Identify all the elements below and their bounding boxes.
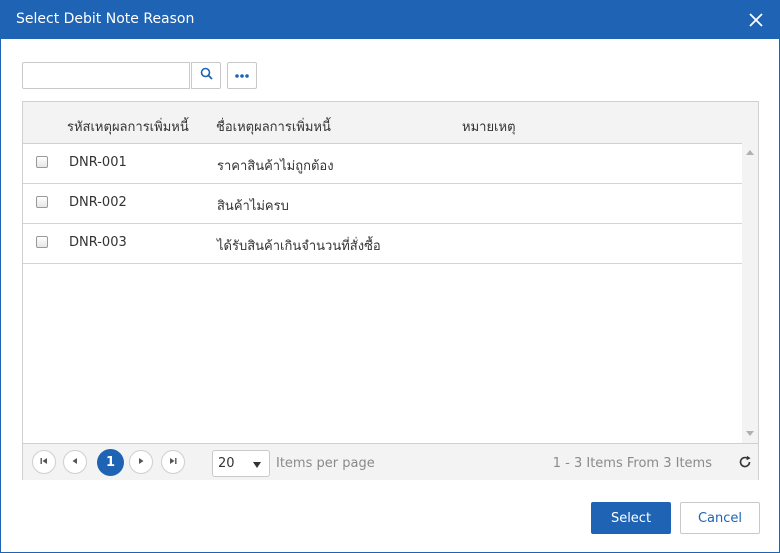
last-page-button[interactable] xyxy=(161,450,185,474)
more-options-button[interactable] xyxy=(227,62,257,89)
reason-grid: รหัสเหตุผลการเพิ่มหนี้ ชื่อเหตุผลการเพิ่… xyxy=(22,101,759,480)
prev-page-icon xyxy=(70,455,80,470)
pager: 1 20 Items per page 1 - 3 Items From 3 I… xyxy=(23,443,758,480)
search-icon xyxy=(200,67,213,84)
dialog-title: Select Debit Note Reason xyxy=(16,11,195,27)
row-name: ราคาสินค้าไม่ถูกต้อง xyxy=(217,159,334,174)
prev-page-button[interactable] xyxy=(63,450,87,474)
items-per-page-label: Items per page xyxy=(276,456,375,471)
column-header-name[interactable]: ชื่อเหตุผลการเพิ่มหนี้ xyxy=(216,116,331,137)
table-row[interactable]: DNR-003 ได้รับสินค้าเกินจำนวนที่สั่งซื้อ xyxy=(23,223,742,264)
row-checkbox[interactable] xyxy=(36,156,48,168)
scroll-down-icon[interactable] xyxy=(746,431,754,436)
close-icon[interactable] xyxy=(743,7,769,33)
row-code: DNR-001 xyxy=(69,155,127,170)
row-checkbox[interactable] xyxy=(36,196,48,208)
column-header-code[interactable]: รหัสเหตุผลการเพิ่มหนี้ xyxy=(67,116,189,137)
page-size-value: 20 xyxy=(218,456,235,471)
table-row[interactable]: DNR-001 ราคาสินค้าไม่ถูกต้อง xyxy=(23,143,742,184)
search-button[interactable] xyxy=(191,62,221,89)
current-page-button[interactable]: 1 xyxy=(97,449,124,476)
dialog-titlebar: Select Debit Note Reason xyxy=(1,1,779,39)
cancel-button[interactable]: Cancel xyxy=(680,502,760,534)
page-size-select[interactable]: 20 xyxy=(212,450,270,477)
select-debit-note-reason-dialog: Select Debit Note Reason รหัสเหตุผลการเพ… xyxy=(0,0,780,553)
pager-info: 1 - 3 Items From 3 Items xyxy=(552,456,712,471)
row-name: ได้รับสินค้าเกินจำนวนที่สั่งซื้อ xyxy=(217,239,381,254)
row-code: DNR-002 xyxy=(69,195,127,210)
ellipsis-icon xyxy=(234,68,250,83)
row-code: DNR-003 xyxy=(69,235,127,250)
first-page-icon xyxy=(39,455,49,470)
search-input[interactable] xyxy=(22,62,190,89)
column-header-note[interactable]: หมายเหตุ xyxy=(462,116,516,137)
scroll-up-icon[interactable] xyxy=(746,150,754,155)
refresh-icon[interactable] xyxy=(738,455,752,469)
chevron-down-icon xyxy=(253,462,261,468)
last-page-icon xyxy=(168,455,178,470)
next-page-button[interactable] xyxy=(129,450,153,474)
grid-header: รหัสเหตุผลการเพิ่มหนี้ ชื่อเหตุผลการเพิ่… xyxy=(23,102,758,144)
vertical-scrollbar[interactable] xyxy=(742,143,758,443)
table-row[interactable]: DNR-002 สินค้าไม่ครบ xyxy=(23,183,742,224)
next-page-icon xyxy=(136,455,146,470)
row-name: สินค้าไม่ครบ xyxy=(217,199,289,214)
row-checkbox[interactable] xyxy=(36,236,48,248)
select-button[interactable]: Select xyxy=(591,502,671,534)
first-page-button[interactable] xyxy=(32,450,56,474)
